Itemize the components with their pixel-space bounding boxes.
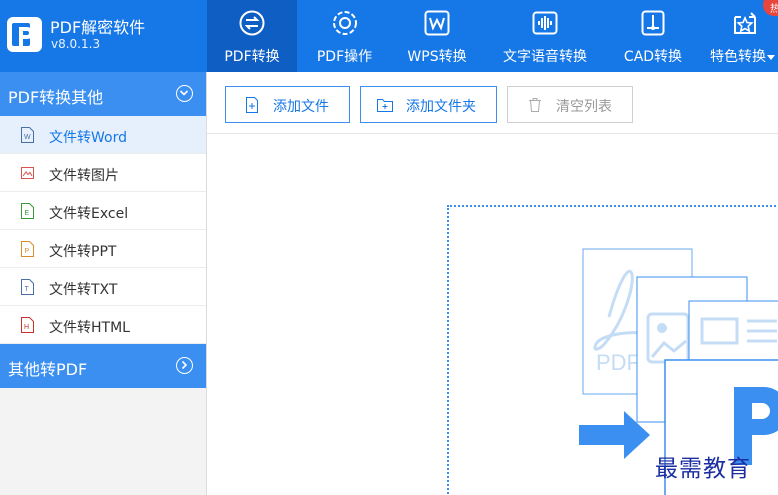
tab-pdf-convert[interactable]: PDF转换	[207, 0, 297, 72]
tab-label: PDF操作	[316, 49, 373, 65]
chevron-down-icon	[176, 85, 193, 102]
sidebar-item-label: 文件转图片	[49, 168, 119, 184]
trash-icon	[529, 98, 541, 112]
button-label: 添加文件	[273, 99, 329, 115]
app-title: PDF解密软件	[50, 18, 146, 37]
sidebar: PDF转换其他 W 文件转Word 文件转图片 E 文件转Excel P 文件转…	[0, 72, 207, 495]
tab-label: 特色转换	[710, 49, 766, 65]
top-header: PDF解密软件 v8.0.1.3 PDF转换 PDF操作 WPS转换 文字语音转…	[0, 0, 778, 72]
section-other-to-pdf[interactable]: 其他转PDF	[0, 344, 206, 388]
app-version: v8.0.1.3	[51, 37, 101, 51]
sidebar-item-label: 文件转Word	[49, 130, 127, 146]
image-file-icon	[21, 167, 34, 179]
add-file-button[interactable]: 添加文件	[225, 86, 350, 123]
cad-icon	[641, 10, 665, 36]
sidebar-item-label: 文件转Excel	[49, 206, 129, 222]
txt-file-icon: T	[21, 279, 34, 295]
app-logo-icon	[7, 17, 42, 52]
tab-wps-convert[interactable]: WPS转换	[392, 0, 482, 72]
sidebar-item-file-to-image[interactable]: 文件转图片	[0, 154, 206, 192]
sidebar-item-file-to-excel[interactable]: E 文件转Excel	[0, 192, 206, 230]
tab-label: CAD转换	[623, 49, 683, 65]
file-icon-letter: T	[25, 286, 30, 293]
sidebar-item-label: 文件转PPT	[49, 244, 117, 260]
sidebar-item-label: 文件转HTML	[49, 320, 130, 336]
file-icon-letter: P	[25, 248, 30, 255]
file-icon-letter: E	[25, 210, 30, 217]
add-file-icon	[246, 97, 258, 113]
add-folder-icon	[377, 99, 393, 112]
convert-icon	[239, 10, 265, 36]
button-label: 添加文件夹	[406, 99, 476, 115]
section-label: 其他转PDF	[8, 360, 88, 379]
toolbar: 添加文件 添加文件夹 清空列表	[207, 72, 778, 134]
chevron-down-icon	[767, 54, 775, 60]
pdf-watermark-text: PDF	[596, 350, 640, 375]
tab-label: WPS转换	[407, 49, 467, 65]
file-icon-letter: H	[24, 324, 29, 331]
clear-list-button[interactable]: 清空列表	[507, 86, 633, 123]
chevron-right-icon	[176, 357, 193, 374]
section-pdf-to-other[interactable]: PDF转换其他	[0, 72, 206, 116]
tab-label: PDF转换	[224, 49, 280, 65]
excel-file-icon: E	[21, 203, 34, 219]
app-branding: PDF解密软件 v8.0.1.3	[0, 0, 207, 72]
wps-icon	[424, 10, 450, 36]
button-label: 清空列表	[556, 99, 612, 115]
star-box-icon	[734, 12, 756, 34]
section-label: PDF转换其他	[8, 88, 104, 107]
tab-text-speech[interactable]: 文字语音转换	[482, 0, 608, 72]
sidebar-item-file-to-html[interactable]: H 文件转HTML	[0, 306, 206, 344]
add-folder-button[interactable]: 添加文件夹	[360, 86, 497, 123]
sidebar-item-file-to-ppt[interactable]: P 文件转PPT	[0, 230, 206, 268]
audio-wave-icon	[532, 11, 558, 35]
sidebar-item-file-to-word[interactable]: W 文件转Word	[0, 116, 206, 154]
tab-cad-convert[interactable]: CAD转换	[608, 0, 698, 72]
watermark-text: 最需教育	[655, 456, 751, 482]
word-file-icon: W	[21, 127, 34, 143]
tab-label: 文字语音转换	[503, 49, 587, 65]
sidebar-item-file-to-txt[interactable]: T 文件转TXT	[0, 268, 206, 306]
main-panel: 添加文件 添加文件夹 清空列表 PDF	[207, 72, 778, 495]
tab-label-wrap: 特色转换	[710, 46, 775, 66]
file-icon-letter: W	[24, 134, 31, 141]
sidebar-item-label: 文件转TXT	[49, 282, 118, 298]
tab-pdf-operations[interactable]: PDF操作	[297, 0, 392, 72]
html-file-icon: H	[21, 317, 34, 333]
gear-icon	[332, 11, 357, 35]
ppt-file-icon: P	[21, 241, 34, 257]
